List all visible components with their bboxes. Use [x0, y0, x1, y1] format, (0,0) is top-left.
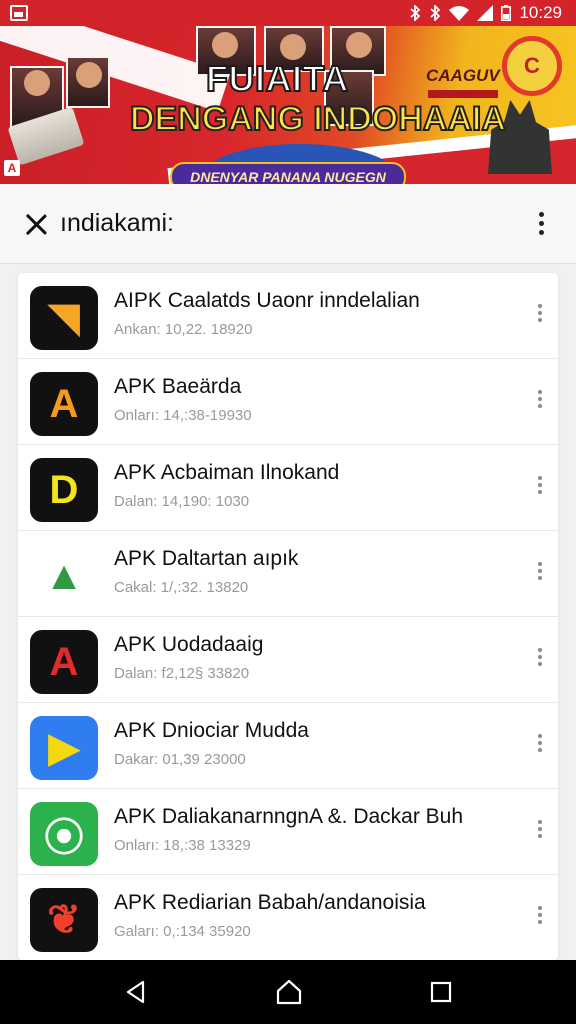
- banner-title-line1: FUIAITA: [205, 57, 349, 100]
- more-options-icon[interactable]: [538, 648, 542, 666]
- signal-icon: [477, 5, 494, 21]
- more-options-icon[interactable]: [538, 304, 542, 322]
- clock-time: 10:29: [519, 3, 562, 22]
- triangle-drive-icon: ▲: [30, 544, 98, 608]
- app-text-block: APK Acbaiman Ilnokand Dalan: 14,190: 1030: [114, 461, 514, 510]
- navigation-bar: [0, 960, 576, 1024]
- red-a-icon: A: [30, 630, 98, 694]
- app-list-item[interactable]: ⦿ APK DaliakanarnngnA &. Dackar Buh Onları…: [18, 789, 558, 875]
- vibrate-icon: [429, 5, 441, 21]
- banner-brand: CAAGUV: [426, 66, 500, 85]
- wifi-icon: [449, 5, 470, 21]
- app-title: APK DaliakanarnngnA &. Dackar Buh: [114, 805, 464, 828]
- banner-brand-sub: [428, 90, 498, 98]
- app-meta: Dalan: 14,190: 1030: [114, 493, 250, 510]
- play-arrow-icon: ▶: [30, 716, 98, 780]
- banner-title-line2: DENGANG INDOHAAIA: [129, 99, 507, 139]
- app-meta: Ankan: 10,22. 18920: [114, 321, 253, 338]
- more-options-icon[interactable]: [538, 390, 542, 408]
- app-text-block: AIPK Caalatds Uaonr inndelalian Ankan: 10…: [114, 289, 514, 338]
- app-meta: Onları: 14,:38-19930: [114, 407, 252, 424]
- app-text-block: APK Baeärda Onları: 14,:38-19930: [114, 375, 514, 424]
- more-options-icon[interactable]: [538, 562, 542, 580]
- search-bar: ındiakami:: [0, 184, 576, 264]
- app-title: APK Rediarian Babah/andanoisia: [114, 891, 426, 914]
- promo-banner[interactable]: C A CAAGUV FUIAITA DENGANG INDOHAAIA DNE…: [0, 26, 576, 184]
- battery-icon: [501, 5, 512, 21]
- app-list-item[interactable]: ◥ AIPK Caalatds Uaonr inndelalian Ankan: 1…: [18, 273, 558, 359]
- app-text-block: APK Dniociar Mudda Dakar: 01,39 23000: [114, 719, 514, 768]
- app-title: APK Dniociar Mudda: [114, 719, 309, 742]
- yellow-d-icon: D: [30, 458, 98, 522]
- app-title: APK Daltartan aıpık: [114, 547, 299, 570]
- app-text-block: APK Rediarian Babah/andanoisia Gaları: 0,…: [114, 891, 514, 940]
- home-icon[interactable]: [274, 977, 304, 1007]
- app-text-block: APK Daltartan aıpık Cakal: 1/,:32. 13820: [114, 547, 514, 596]
- app-list-item[interactable]: ▶ APK Dniociar Mudda Dakar: 01,39 23000: [18, 703, 558, 789]
- bluetooth-icon: [409, 5, 421, 21]
- app-meta: Cakal: 1/,:32. 13820: [114, 579, 249, 596]
- app-list-item[interactable]: ▲ APK Daltartan aıpık Cakal: 1/,:32. 13820: [18, 531, 558, 617]
- app-list-item[interactable]: A APK Baeärda Onları: 14,:38-19930: [18, 359, 558, 445]
- red-bird-icon: ❦: [30, 888, 98, 952]
- status-icons: 10:29: [409, 3, 562, 23]
- app-title: APK Uodadaaig: [114, 633, 264, 656]
- app-meta: Dalan: f2,12§ 33820: [114, 665, 250, 682]
- status-bar: 10:29: [0, 0, 576, 26]
- more-options-icon[interactable]: [538, 906, 542, 924]
- app-list-item[interactable]: D APK Acbaiman Ilnokand Dalan: 14,190: 103…: [18, 445, 558, 531]
- search-query[interactable]: ındiakami:: [60, 209, 174, 238]
- app-meta: Gaları: 0,:134 35920: [114, 923, 251, 940]
- app-title: APK Acbaiman Ilnokand: [114, 461, 340, 484]
- banner-corner-logo: A: [4, 160, 20, 176]
- a-apk-icon: A: [30, 372, 98, 436]
- app-list: ◥ AIPK Caalatds Uaonr inndelalian Ankan: 1…: [18, 273, 558, 960]
- app-meta: Dakar: 01,39 23000: [114, 751, 246, 768]
- app-list-item[interactable]: A APK Uodadaaig Dalan: f2,12§ 33820: [18, 617, 558, 703]
- more-options-icon[interactable]: [538, 820, 542, 838]
- overflow-menu-button[interactable]: [531, 208, 552, 239]
- app-title: AIPK Caalatds Uaonr inndelalian: [114, 289, 420, 312]
- app-meta: Onları: 18,:38 13329: [114, 837, 251, 854]
- app-text-block: APK DaliakanarnngnA &. Dackar Buh Onları:…: [114, 805, 514, 854]
- more-options-icon[interactable]: [538, 734, 542, 752]
- banner-subtitle-pill: DNENYAR PANANA NUGEGN: [170, 162, 406, 184]
- notification-image-icon: [10, 5, 28, 21]
- more-options-icon[interactable]: [538, 476, 542, 494]
- app-title: APK Baeärda: [114, 375, 242, 398]
- app-text-block: APK Uodadaaig Dalan: f2,12§ 33820: [114, 633, 514, 682]
- close-icon[interactable]: [24, 212, 48, 236]
- banner-logo: C: [502, 36, 562, 96]
- back-icon[interactable]: [123, 979, 149, 1005]
- recents-icon[interactable]: [429, 980, 453, 1004]
- green-pin-icon: ⦿: [30, 802, 98, 866]
- app-list-item[interactable]: ❦ APK Rediarian Babah/andanoisia Gaları: 0…: [18, 875, 558, 960]
- rocket-icon: ◥: [30, 286, 98, 350]
